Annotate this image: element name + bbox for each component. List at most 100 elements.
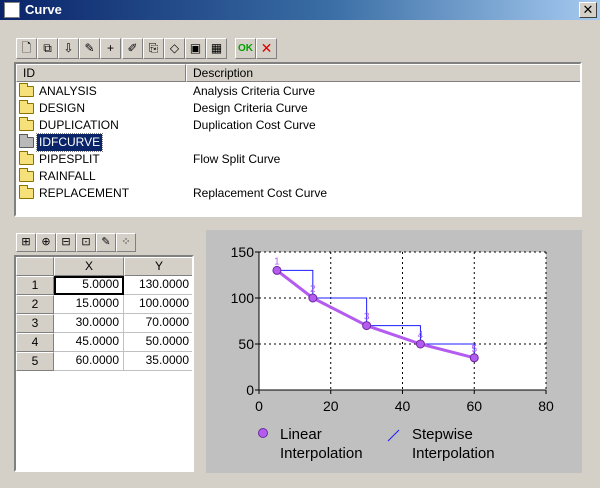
column-header-id[interactable]: ID	[16, 64, 186, 82]
rename-curve-button[interactable]: ✎	[79, 38, 100, 59]
column-header-description[interactable]: Description	[186, 64, 580, 82]
curve-description: Analysis Criteria Curve	[193, 84, 316, 98]
eraser-icon: ◇	[169, 41, 180, 55]
curve-app-icon	[4, 2, 20, 18]
open-curve-button[interactable]: ⎘	[143, 38, 164, 59]
rename-icon: ✎	[84, 41, 95, 55]
cell-y[interactable]: 70.0000	[124, 314, 192, 333]
add-icon: +	[106, 41, 114, 55]
insert-row-button[interactable]: ⊞	[16, 233, 36, 252]
cell-x[interactable]: 15.0000	[54, 295, 124, 314]
pencil-icon: ✐	[127, 41, 138, 55]
x-tick-label: 80	[538, 398, 554, 414]
curve-id: PIPESPLIT	[39, 152, 100, 166]
x-tick-label: 0	[255, 398, 263, 414]
folder-icon	[19, 117, 34, 131]
import-curve-button[interactable]: ⇩	[58, 38, 79, 59]
cell-x[interactable]: 60.0000	[54, 352, 124, 371]
curve-id: RAINFALL	[39, 169, 96, 183]
column-header-x[interactable]: X	[54, 257, 124, 276]
curve-description: Flow Split Curve	[193, 152, 281, 166]
curve-list-row[interactable]: DESIGN Design Criteria Curve	[16, 100, 580, 117]
folder-icon	[19, 185, 34, 199]
import-table-button[interactable]: ⊡	[76, 233, 96, 252]
import-table-icon: ⊡	[81, 236, 91, 248]
cell-y[interactable]: 35.0000	[124, 352, 192, 371]
edit-table-button[interactable]: ✎	[96, 233, 116, 252]
row-number: 5	[16, 352, 54, 371]
curve-id: DESIGN	[39, 101, 86, 115]
add-curve-button[interactable]: +	[100, 38, 121, 59]
curve-chart-svg: 0 20 40 60 80 0 50 100 150 1 2 3 4 5 Linear Interpolati…	[231, 244, 554, 462]
cell-y[interactable]: 100.0000	[124, 295, 192, 314]
curve-list-row[interactable]: IDFCURVE	[16, 133, 580, 152]
close-icon: ✕	[260, 40, 273, 56]
copy-curve-button[interactable]: ⧉	[37, 38, 58, 59]
point-label: 4	[418, 330, 424, 341]
curve-chart: 0 20 40 60 80 0 50 100 150 1 2 3 4 5 Linear Interpolati…	[206, 230, 582, 473]
curve-description: Duplication Cost Curve	[193, 118, 316, 132]
point-label: 5	[471, 344, 477, 355]
curve-list[interactable]: ID Description ANALYSIS Analysis Criteria…	[14, 62, 582, 217]
open-icon: ⎘	[148, 41, 159, 55]
legend-linear-label: Linear	[280, 426, 322, 443]
data-point	[308, 293, 318, 303]
erase-curve-button[interactable]: ◇	[164, 38, 185, 59]
folder-icon	[19, 168, 34, 182]
format-table-button[interactable]: ⁘	[116, 233, 136, 252]
curve-id: REPLACEMENT	[39, 186, 130, 200]
new-document-icon: 🗋	[21, 41, 32, 55]
curve-list-row[interactable]: PIPESPLIT Flow Split Curve	[16, 151, 580, 168]
cell-y[interactable]: 130.0000	[124, 276, 192, 295]
window-title: Curve	[25, 2, 62, 17]
point-label: 3	[364, 312, 370, 323]
data-point	[362, 321, 372, 331]
new-curve-button[interactable]: 🗋	[16, 38, 37, 59]
curve-list-row[interactable]: DUPLICATION Duplication Cost Curve	[16, 117, 580, 134]
curve-list-row[interactable]: RAINFALL	[16, 168, 580, 185]
row-number: 3	[16, 314, 54, 333]
x-tick-label: 60	[466, 398, 482, 414]
cell-y[interactable]: 50.0000	[124, 333, 192, 352]
table-corner	[16, 257, 54, 276]
cell-x[interactable]: 45.0000	[54, 333, 124, 352]
data-point	[469, 353, 479, 363]
import-icon: ⇩	[63, 41, 74, 55]
data-point	[272, 265, 282, 275]
save-curve-button[interactable]: ▣	[185, 38, 206, 59]
append-row-button[interactable]: ⊕	[36, 233, 56, 252]
column-header-y[interactable]: Y	[124, 257, 192, 276]
copy-icon: ⧉	[43, 41, 52, 55]
row-number: 2	[16, 295, 54, 314]
edit-curve-button[interactable]: ✐	[122, 38, 143, 59]
insert-row-icon: ⊞	[21, 236, 31, 248]
folder-icon	[19, 151, 34, 165]
edit-table-icon: ✎	[101, 236, 111, 248]
folder-icon	[19, 83, 34, 97]
y-tick-label: 150	[231, 244, 255, 260]
curve-list-header: ID Description	[16, 64, 580, 82]
legend-stepwise-label: Stepwise	[412, 426, 473, 443]
row-number: 4	[16, 333, 54, 352]
save-all-button[interactable]: ▦	[206, 38, 227, 59]
ok-button[interactable]: OK	[235, 38, 256, 59]
curve-id: IDFCURVE	[35, 133, 104, 152]
curve-description: Replacement Cost Curve	[193, 186, 328, 200]
delete-row-button[interactable]: ⊟	[56, 233, 76, 252]
data-point	[415, 339, 425, 349]
point-label: 2	[310, 284, 316, 295]
folder-icon	[19, 100, 34, 114]
curve-id: ANALYSIS	[39, 84, 97, 98]
legend-linear-label-line2: Interpolation	[280, 445, 363, 462]
curve-list-row[interactable]: REPLACEMENT Replacement Cost Curve	[16, 185, 580, 202]
close-window-button[interactable]: ✕	[579, 2, 597, 18]
x-tick-label: 20	[323, 398, 339, 414]
cancel-button[interactable]: ✕	[256, 38, 277, 59]
curve-data-table[interactable]: X Y 1 5.0000 130.0000 2 15.0000 100.0000 3 30.0…	[14, 255, 194, 472]
cell-x[interactable]: 30.0000	[54, 314, 124, 333]
curve-list-row[interactable]: ANALYSIS Analysis Criteria Curve	[16, 83, 580, 100]
close-icon: ✕	[582, 2, 594, 17]
cell-x[interactable]: 5.0000	[54, 276, 124, 295]
format-icon: ⁘	[121, 236, 131, 248]
ok-icon: OK	[238, 43, 253, 54]
